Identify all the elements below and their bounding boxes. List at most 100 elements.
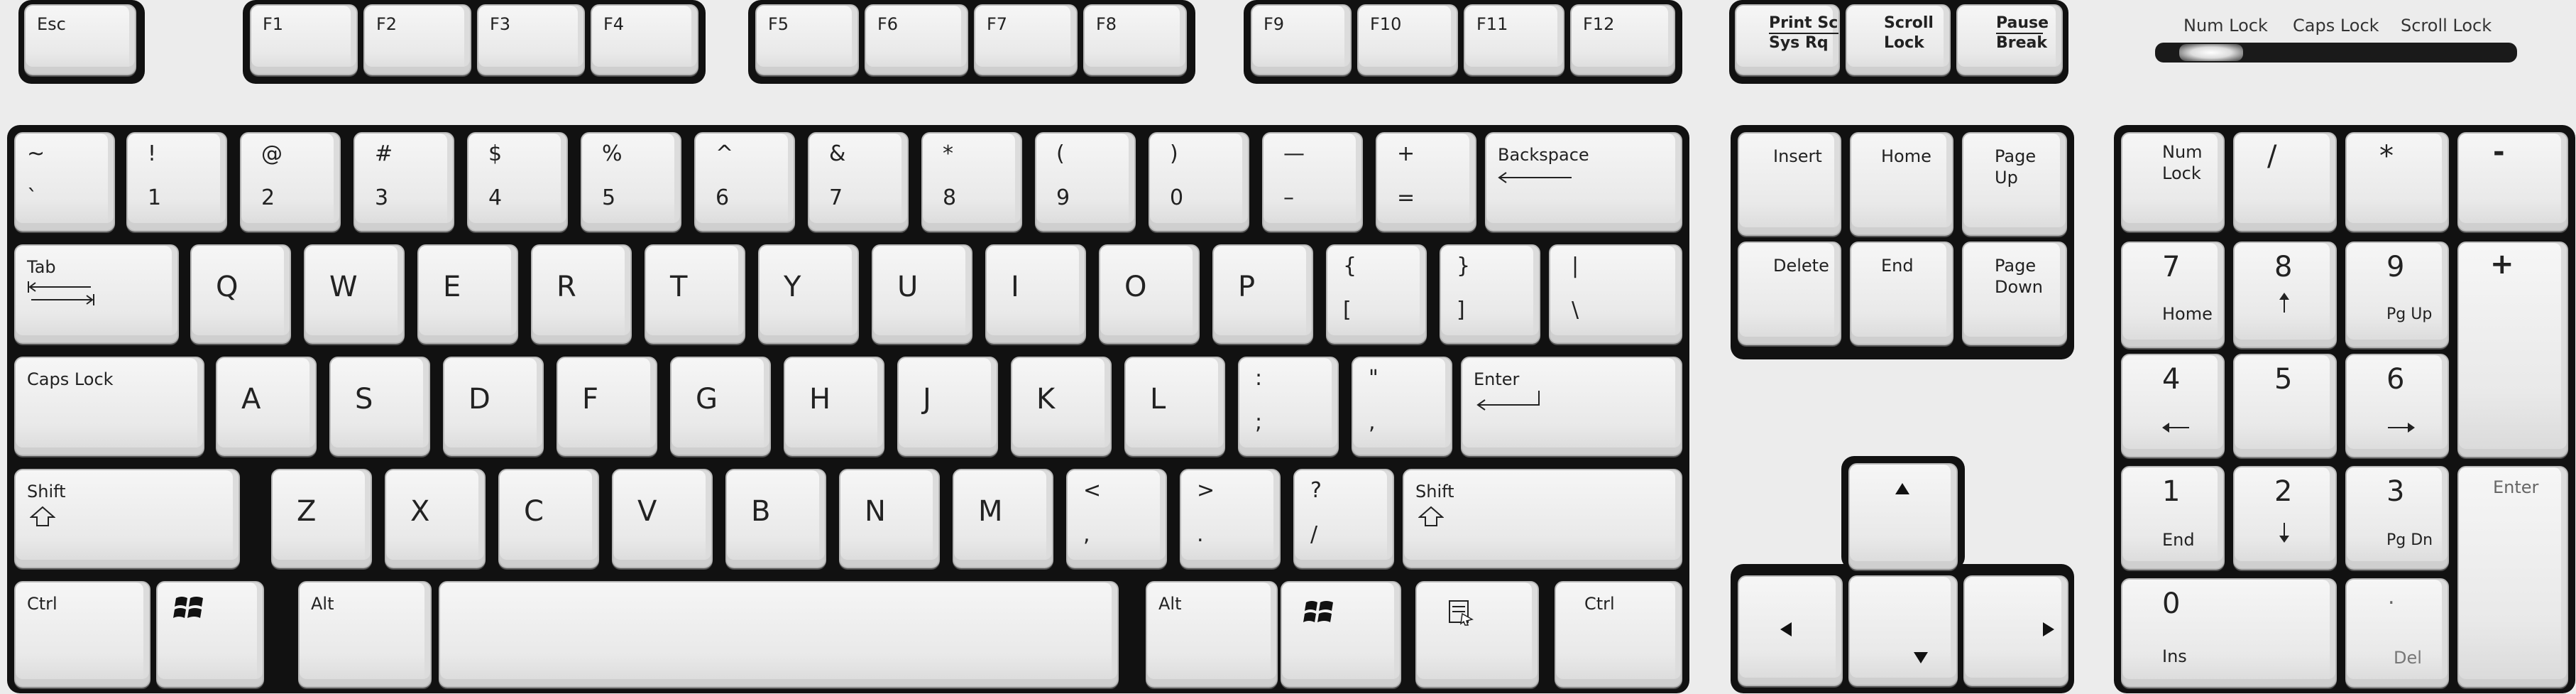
key-numpad-5[interactable]: 5	[2233, 354, 2337, 457]
key-numpad-decimal[interactable]: . Del	[2345, 578, 2449, 688]
key-numpad-2[interactable]: 2	[2233, 466, 2337, 570]
key-right-shift[interactable]: Shift	[1403, 469, 1682, 568]
key-f10[interactable]: F10	[1357, 4, 1458, 75]
key-numpad-8[interactable]: 8	[2233, 242, 2337, 348]
key-numpad-4[interactable]: 4	[2121, 354, 2225, 457]
key-backtick[interactable]: ~ `	[14, 132, 115, 232]
key-f12[interactable]: F12	[1570, 4, 1675, 75]
key-q[interactable]: Q	[190, 244, 291, 344]
key-arrow-left[interactable]	[1738, 575, 1843, 686]
key-0[interactable]: ) 0	[1149, 132, 1249, 232]
key-enter[interactable]: Enter	[1461, 357, 1682, 456]
key-f3[interactable]: F3	[477, 4, 585, 75]
key-scroll-lock[interactable]: Scroll Lock	[1846, 4, 1951, 75]
key-5[interactable]: % 5	[581, 132, 681, 232]
key-period[interactable]: > .	[1180, 469, 1281, 568]
key-o[interactable]: O	[1099, 244, 1200, 344]
key-num-lock[interactable]: Num Lock	[2121, 132, 2225, 232]
key-right-windows[interactable]	[1281, 581, 1401, 688]
key-backslash[interactable]: | \	[1549, 244, 1682, 344]
key-semicolon[interactable]: : ;	[1238, 357, 1339, 456]
key-f9[interactable]: F9	[1251, 4, 1352, 75]
key-c[interactable]: C	[498, 469, 599, 568]
key-quote[interactable]: " ,	[1352, 357, 1452, 456]
key-minus[interactable]: — –	[1262, 132, 1363, 232]
key-f[interactable]: F	[557, 357, 657, 456]
key-m[interactable]: M	[953, 469, 1053, 568]
key-slash[interactable]: ? /	[1293, 469, 1394, 568]
key-numpad-7[interactable]: 7 Home	[2121, 242, 2225, 348]
key-b[interactable]: B	[725, 469, 826, 568]
key-insert[interactable]: Insert	[1738, 132, 1841, 236]
key-f2[interactable]: F2	[363, 4, 471, 75]
key-spacebar[interactable]	[439, 581, 1119, 688]
key-numpad-6[interactable]: 6	[2345, 354, 2449, 457]
key-left-alt[interactable]: Alt	[298, 581, 432, 688]
key-right-alt[interactable]: Alt	[1146, 581, 1278, 688]
key-y[interactable]: Y	[758, 244, 859, 344]
key-f4[interactable]: F4	[591, 4, 698, 75]
key-numpad-1[interactable]: 1 End	[2121, 466, 2225, 570]
key-numpad-3[interactable]: 3 Pg Dn	[2345, 466, 2449, 570]
key-3[interactable]: # 3	[353, 132, 454, 232]
key-z[interactable]: Z	[271, 469, 372, 568]
key-left-windows[interactable]	[156, 581, 264, 688]
key-numpad-add[interactable]: +	[2457, 242, 2568, 457]
key-d[interactable]: D	[443, 357, 544, 456]
key-numpad-subtract[interactable]: -	[2457, 132, 2568, 232]
key-8[interactable]: * 8	[921, 132, 1022, 232]
key-numpad-multiply[interactable]: *	[2345, 132, 2449, 232]
key-s[interactable]: S	[329, 357, 430, 456]
key-left-bracket[interactable]: { [	[1326, 244, 1427, 344]
key-page-down[interactable]: Page Down	[1962, 242, 2067, 345]
key-l[interactable]: L	[1124, 357, 1225, 456]
key-esc[interactable]: Esc	[24, 4, 136, 75]
key-1[interactable]: ! 1	[126, 132, 227, 232]
key-g[interactable]: G	[670, 357, 771, 456]
key-numpad-9[interactable]: 9 Pg Up	[2345, 242, 2449, 348]
key-home[interactable]: Home	[1850, 132, 1953, 236]
key-arrow-up[interactable]	[1848, 463, 1958, 570]
key-delete[interactable]: Delete	[1738, 242, 1841, 345]
key-arrow-down[interactable]	[1848, 575, 1958, 686]
key-h[interactable]: H	[784, 357, 884, 456]
key-a[interactable]: A	[216, 357, 317, 456]
key-4[interactable]: $ 4	[467, 132, 568, 232]
key-u[interactable]: U	[872, 244, 972, 344]
key-r[interactable]: R	[531, 244, 632, 344]
key-f1[interactable]: F1	[250, 4, 358, 75]
key-arrow-right[interactable]	[1963, 575, 2068, 686]
key-equals[interactable]: + =	[1376, 132, 1476, 232]
key-numpad-divide[interactable]: /	[2233, 132, 2337, 232]
key-f8[interactable]: F8	[1083, 4, 1187, 75]
key-numpad-enter[interactable]: Enter	[2457, 466, 2568, 688]
key-p[interactable]: P	[1212, 244, 1313, 344]
key-left-shift[interactable]: Shift	[14, 469, 240, 568]
key-v[interactable]: V	[612, 469, 713, 568]
key-e[interactable]: E	[417, 244, 518, 344]
key-i[interactable]: I	[985, 244, 1086, 344]
key-t[interactable]: T	[645, 244, 745, 344]
key-9[interactable]: ( 9	[1035, 132, 1136, 232]
key-right-ctrl[interactable]: Ctrl	[1555, 581, 1682, 688]
key-j[interactable]: J	[897, 357, 998, 456]
key-numpad-0[interactable]: 0 Ins	[2121, 578, 2337, 688]
key-left-ctrl[interactable]: Ctrl	[14, 581, 150, 688]
key-w[interactable]: W	[304, 244, 405, 344]
key-comma[interactable]: < ,	[1066, 469, 1167, 568]
key-backspace[interactable]: Backspace	[1485, 132, 1682, 232]
key-f5[interactable]: F5	[755, 4, 859, 75]
key-f7[interactable]: F7	[974, 4, 1078, 75]
key-page-up[interactable]: Page Up	[1962, 132, 2067, 236]
key-f6[interactable]: F6	[865, 4, 968, 75]
key-pause-break[interactable]: Pause Break	[1956, 4, 2063, 75]
key-right-bracket[interactable]: } ]	[1440, 244, 1540, 344]
key-menu[interactable]	[1415, 581, 1539, 688]
key-k[interactable]: K	[1011, 357, 1112, 456]
key-end[interactable]: End	[1850, 242, 1953, 345]
key-x[interactable]: X	[385, 469, 486, 568]
key-2[interactable]: @ 2	[240, 132, 341, 232]
key-n[interactable]: N	[839, 469, 940, 568]
key-caps-lock[interactable]: Caps Lock	[14, 357, 204, 456]
key-print-screen[interactable]: Print Scr Sys Rq	[1735, 4, 1840, 75]
